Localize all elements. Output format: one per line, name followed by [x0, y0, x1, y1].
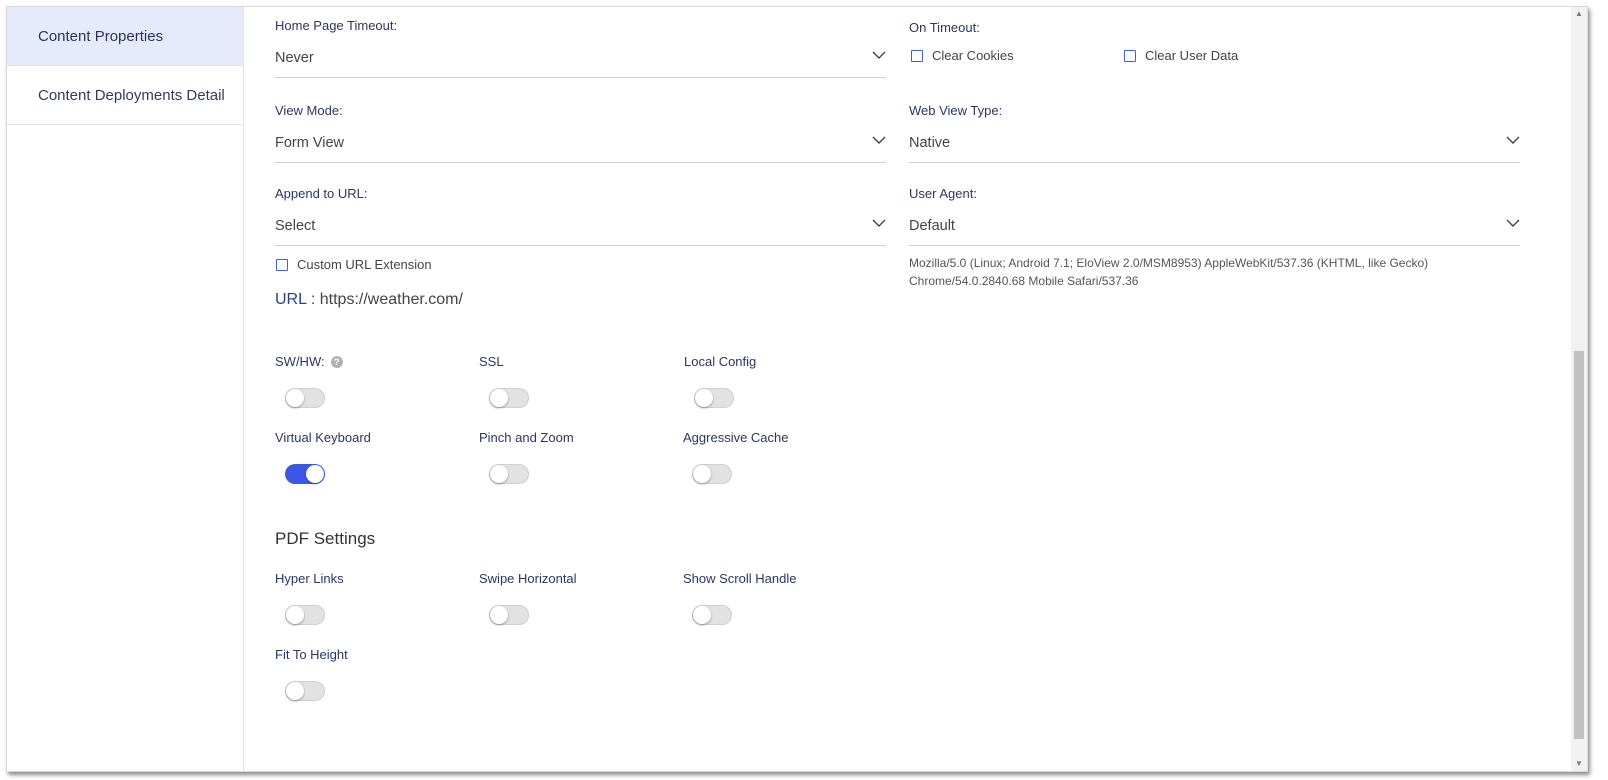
append-to-url-label: Append to URL: — [275, 186, 368, 201]
chevron-down-icon — [872, 51, 886, 59]
ssl-toggle[interactable] — [489, 388, 529, 408]
chevron-down-icon — [872, 219, 886, 227]
user-agent-value: Default — [909, 218, 955, 234]
clear-user-data-option: Clear User Data — [1124, 48, 1238, 63]
aggressive-cache-toggle[interactable] — [692, 464, 732, 484]
pinch-zoom-toggle-label: Pinch and Zoom — [479, 430, 574, 445]
web-view-type-value: Native — [909, 135, 951, 151]
main-form: Home Page Timeout: Never On Timeout: Cle… — [244, 7, 1565, 771]
pinch-zoom-toggle[interactable] — [489, 464, 529, 484]
scroll-down-arrow-icon[interactable]: ▼ — [1571, 757, 1587, 771]
sw-hw-toggle-label: SW/HW: ? — [275, 354, 343, 369]
local-config-toggle-label: Local Config — [684, 354, 757, 369]
url-label: URL — [275, 291, 307, 308]
url-separator: : — [306, 291, 320, 308]
hyper-links-toggle-label: Hyper Links — [275, 571, 344, 586]
virtual-keyboard-toggle-label: Virtual Keyboard — [275, 430, 371, 445]
custom-url-extension-option: Custom URL Extension — [276, 257, 432, 272]
show-scroll-handle-toggle[interactable] — [692, 605, 732, 625]
aggressive-cache-toggle-label: Aggressive Cache — [683, 430, 789, 445]
ssl-toggle-label: SSL — [479, 354, 504, 369]
toggle-knob — [490, 465, 508, 483]
url-value: https://weather.com/ — [319, 291, 463, 308]
view-mode-select[interactable]: Form View — [275, 131, 886, 163]
toggle-knob — [693, 606, 711, 624]
url-display: URL : https://weather.com/ — [275, 291, 463, 309]
vertical-scrollbar[interactable]: ▲ ▼ — [1571, 7, 1587, 771]
sw-hw-toggle[interactable] — [285, 388, 325, 408]
user-agent-string-line1: Mozilla/5.0 (Linux; Android 7.1; EloView… — [909, 256, 1429, 270]
swipe-horizontal-toggle[interactable] — [489, 605, 529, 625]
web-view-type-label: Web View Type: — [909, 103, 1003, 118]
custom-url-extension-label: Custom URL Extension — [297, 257, 432, 272]
toggle-knob — [286, 682, 304, 700]
user-agent-string-line2: Chrome/54.0.2840.68 Mobile Safari/537.36 — [909, 274, 1139, 288]
pdf-settings-title: PDF Settings — [275, 529, 376, 548]
scroll-up-arrow-icon[interactable]: ▲ — [1571, 7, 1587, 21]
toggle-knob — [286, 606, 304, 624]
help-icon[interactable]: ? — [330, 355, 343, 368]
show-scroll-handle-toggle-label: Show Scroll Handle — [683, 571, 797, 586]
toggle-knob — [490, 606, 508, 624]
home-page-timeout-select[interactable]: Never — [275, 46, 886, 78]
append-to-url-select[interactable]: Select — [275, 214, 886, 246]
append-to-url-value: Select — [275, 218, 316, 234]
fit-to-height-toggle-label: Fit To Height — [275, 647, 348, 662]
clear-user-data-label: Clear User Data — [1145, 48, 1239, 63]
virtual-keyboard-toggle[interactable] — [285, 464, 325, 484]
chevron-down-icon — [1506, 219, 1520, 227]
toggle-knob — [286, 389, 304, 407]
chevron-down-icon — [1506, 136, 1520, 144]
home-page-timeout-value: Never — [275, 50, 314, 66]
hyper-links-toggle[interactable] — [285, 605, 325, 625]
clear-user-data-checkbox[interactable] — [1124, 49, 1136, 62]
clear-cookies-option: Clear Cookies — [911, 48, 1014, 63]
clear-cookies-label: Clear Cookies — [932, 48, 1014, 63]
sidebar-item-content-deployments-detail[interactable]: Content Deployments Detail — [7, 66, 243, 125]
toggle-knob — [693, 465, 711, 483]
fit-to-height-toggle[interactable] — [285, 681, 325, 701]
scrollbar-thumb[interactable] — [1574, 351, 1584, 739]
toggle-knob — [306, 465, 324, 483]
web-view-type-select[interactable]: Native — [909, 131, 1520, 163]
on-timeout-label: On Timeout: — [909, 20, 980, 35]
chevron-down-icon — [872, 136, 886, 144]
clear-cookies-checkbox[interactable] — [911, 49, 923, 62]
sidebar: Content Properties Content Deployments D… — [7, 7, 244, 771]
content-settings-panel: Content Properties Content Deployments D… — [6, 6, 1588, 772]
swipe-horizontal-toggle-label: Swipe Horizontal — [479, 571, 577, 586]
toggle-knob — [490, 389, 508, 407]
local-config-toggle[interactable] — [694, 388, 734, 408]
custom-url-extension-checkbox[interactable] — [276, 258, 288, 271]
user-agent-string: Mozilla/5.0 (Linux; Android 7.1; EloView… — [909, 254, 1520, 290]
user-agent-label: User Agent: — [909, 186, 977, 201]
toggle-knob — [695, 389, 713, 407]
sw-hw-label: SW/HW: — [275, 354, 325, 369]
home-page-timeout-label: Home Page Timeout: — [275, 18, 398, 33]
view-mode-value: Form View — [275, 135, 345, 151]
sidebar-item-content-properties[interactable]: Content Properties — [7, 7, 243, 66]
user-agent-select[interactable]: Default — [909, 214, 1520, 246]
view-mode-label: View Mode: — [275, 103, 343, 118]
